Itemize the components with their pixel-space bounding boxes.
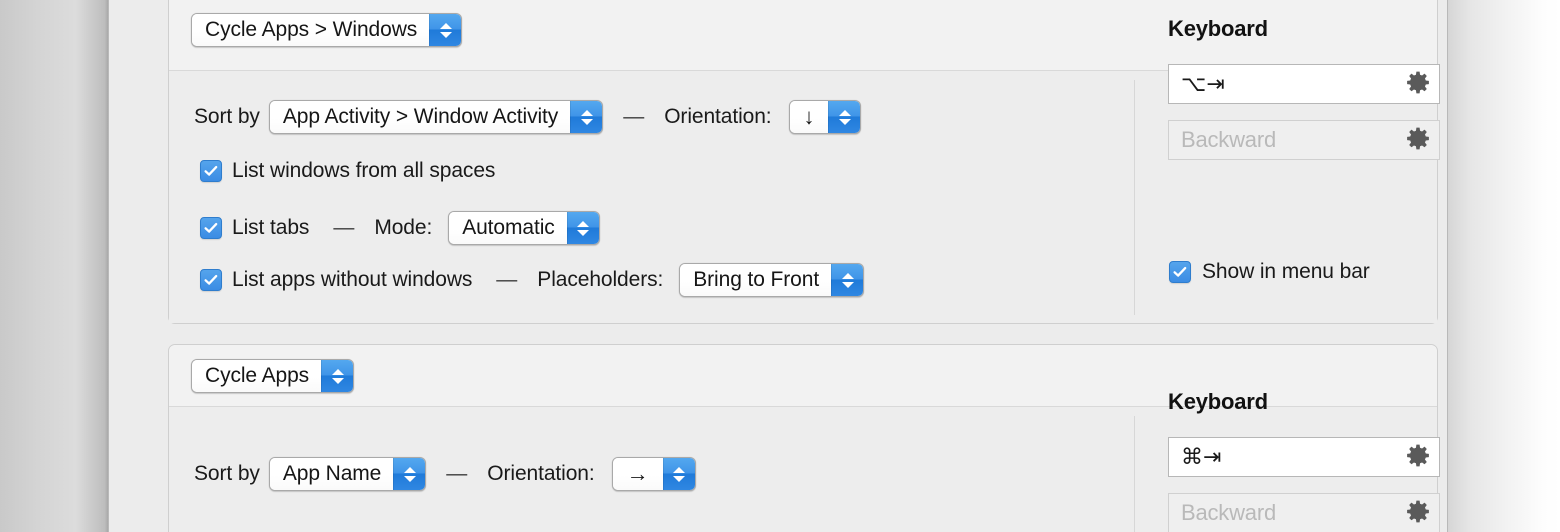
mode-popup-row: Cycle Apps > Windows <box>191 13 463 47</box>
column-divider <box>1134 416 1135 532</box>
mode-popup-label: Cycle Apps > Windows <box>192 14 430 46</box>
orientation-label: Orientation: <box>664 105 772 128</box>
shortcut-field-backward[interactable]: Backward <box>1168 120 1440 160</box>
orientation-popup[interactable]: → <box>611 457 696 491</box>
stepper-arrows-icon <box>566 212 599 244</box>
shortcut-field-backward[interactable]: Backward <box>1168 493 1440 532</box>
sort-by-value: App Activity > Window Activity <box>269 101 571 133</box>
orientation-popup[interactable]: ↓ <box>788 100 862 134</box>
placeholders-popup[interactable]: Bring to Front <box>679 263 865 297</box>
desktop-left-edge <box>0 0 108 532</box>
panel-body: Sort by App Name — Orientation: → Keyboa… <box>169 389 1440 532</box>
column-divider <box>1134 80 1135 315</box>
sort-orientation-row: Sort by App Activity > Window Activity —… <box>194 100 862 134</box>
mode-popup-cycle-apps-windows[interactable]: Cycle Apps > Windows <box>191 13 463 47</box>
stepper-arrows-icon <box>393 458 426 490</box>
sort-by-label: Sort by <box>194 105 260 128</box>
option-label: List windows from all spaces <box>232 159 496 182</box>
row-separator-dash: — <box>446 462 468 485</box>
sort-by-popup[interactable]: App Activity > Window Activity <box>268 100 604 134</box>
keyboard-section-title: Keyboard <box>1168 389 1268 414</box>
sort-by-value: App Name <box>269 458 394 490</box>
tabs-mode-popup[interactable]: Automatic <box>448 211 600 245</box>
checkbox-checked-icon[interactable] <box>1169 261 1191 283</box>
option-list-windows-all-spaces[interactable]: List windows from all spaces <box>200 159 495 183</box>
screen: Cycle Apps > Windows Sort by App Activit… <box>0 0 1560 532</box>
option-list-tabs[interactable]: List tabs — Mode: Automatic <box>200 211 600 245</box>
panel-cycle-apps: Cycle Apps Sort by App Name — Orientatio… <box>168 344 1440 532</box>
panel-cycle-apps-windows: Cycle Apps > Windows Sort by App Activit… <box>168 0 1440 324</box>
checkbox-checked-icon[interactable] <box>200 160 222 182</box>
mode-popup-cycle-apps[interactable]: Cycle Apps <box>191 359 355 393</box>
shortcut-value-forward: ⌥⇥ <box>1181 71 1225 96</box>
keyboard-section-title: Keyboard <box>1168 16 1268 41</box>
desktop-right-edge <box>1448 0 1560 532</box>
stepper-arrows-icon <box>828 101 861 133</box>
shortcut-placeholder-backward: Backward <box>1181 500 1276 525</box>
stepper-arrows-icon <box>429 14 462 46</box>
stepper-arrows-icon <box>321 360 354 392</box>
mode-popup-label: Cycle Apps <box>192 360 322 392</box>
placeholders-value: Bring to Front <box>680 264 832 296</box>
show-in-menu-bar-label: Show in menu bar <box>1202 260 1370 283</box>
mode-popup-row: Cycle Apps <box>191 359 355 393</box>
checkbox-checked-icon[interactable] <box>200 217 222 239</box>
window-content: Cycle Apps > Windows Sort by App Activit… <box>130 0 1440 532</box>
mode-label: Mode: <box>374 216 433 239</box>
tabs-mode-value: Automatic <box>449 212 567 244</box>
shortcut-placeholder-backward: Backward <box>1181 127 1276 152</box>
sort-by-popup[interactable]: App Name <box>268 457 427 491</box>
sort-orientation-row: Sort by App Name — Orientation: → <box>194 457 696 491</box>
panel-body: Sort by App Activity > Window Activity —… <box>169 16 1440 323</box>
stepper-arrows-icon <box>662 458 695 490</box>
orientation-label: Orientation: <box>487 462 595 485</box>
option-label: List apps without windows <box>232 268 473 291</box>
gear-icon[interactable] <box>1406 126 1430 155</box>
orientation-value-right-arrow: → <box>612 458 663 490</box>
placeholders-label: Placeholders: <box>537 268 664 291</box>
shortcut-value-forward: ⌘⇥ <box>1181 444 1222 469</box>
gear-icon[interactable] <box>1406 499 1430 528</box>
gear-icon[interactable] <box>1406 443 1430 472</box>
row-separator-dash: — <box>333 216 355 239</box>
row-separator-dash: — <box>496 268 518 291</box>
orientation-value-down-arrow: ↓ <box>789 101 829 133</box>
row-separator-dash: — <box>623 105 645 128</box>
option-list-apps-without-windows[interactable]: List apps without windows — Placeholders… <box>200 263 865 297</box>
stepper-arrows-icon <box>831 264 864 296</box>
option-show-in-menu-bar[interactable]: Show in menu bar <box>1169 260 1370 284</box>
sort-by-label: Sort by <box>194 462 260 485</box>
option-label: List tabs <box>232 216 310 239</box>
shortcut-field-forward[interactable]: ⌥⇥ <box>1168 64 1440 104</box>
preferences-window: Cycle Apps > Windows Sort by App Activit… <box>108 0 1448 532</box>
gear-icon[interactable] <box>1406 70 1430 99</box>
stepper-arrows-icon <box>570 101 603 133</box>
checkbox-checked-icon[interactable] <box>200 269 222 291</box>
shortcut-field-forward[interactable]: ⌘⇥ <box>1168 437 1440 477</box>
